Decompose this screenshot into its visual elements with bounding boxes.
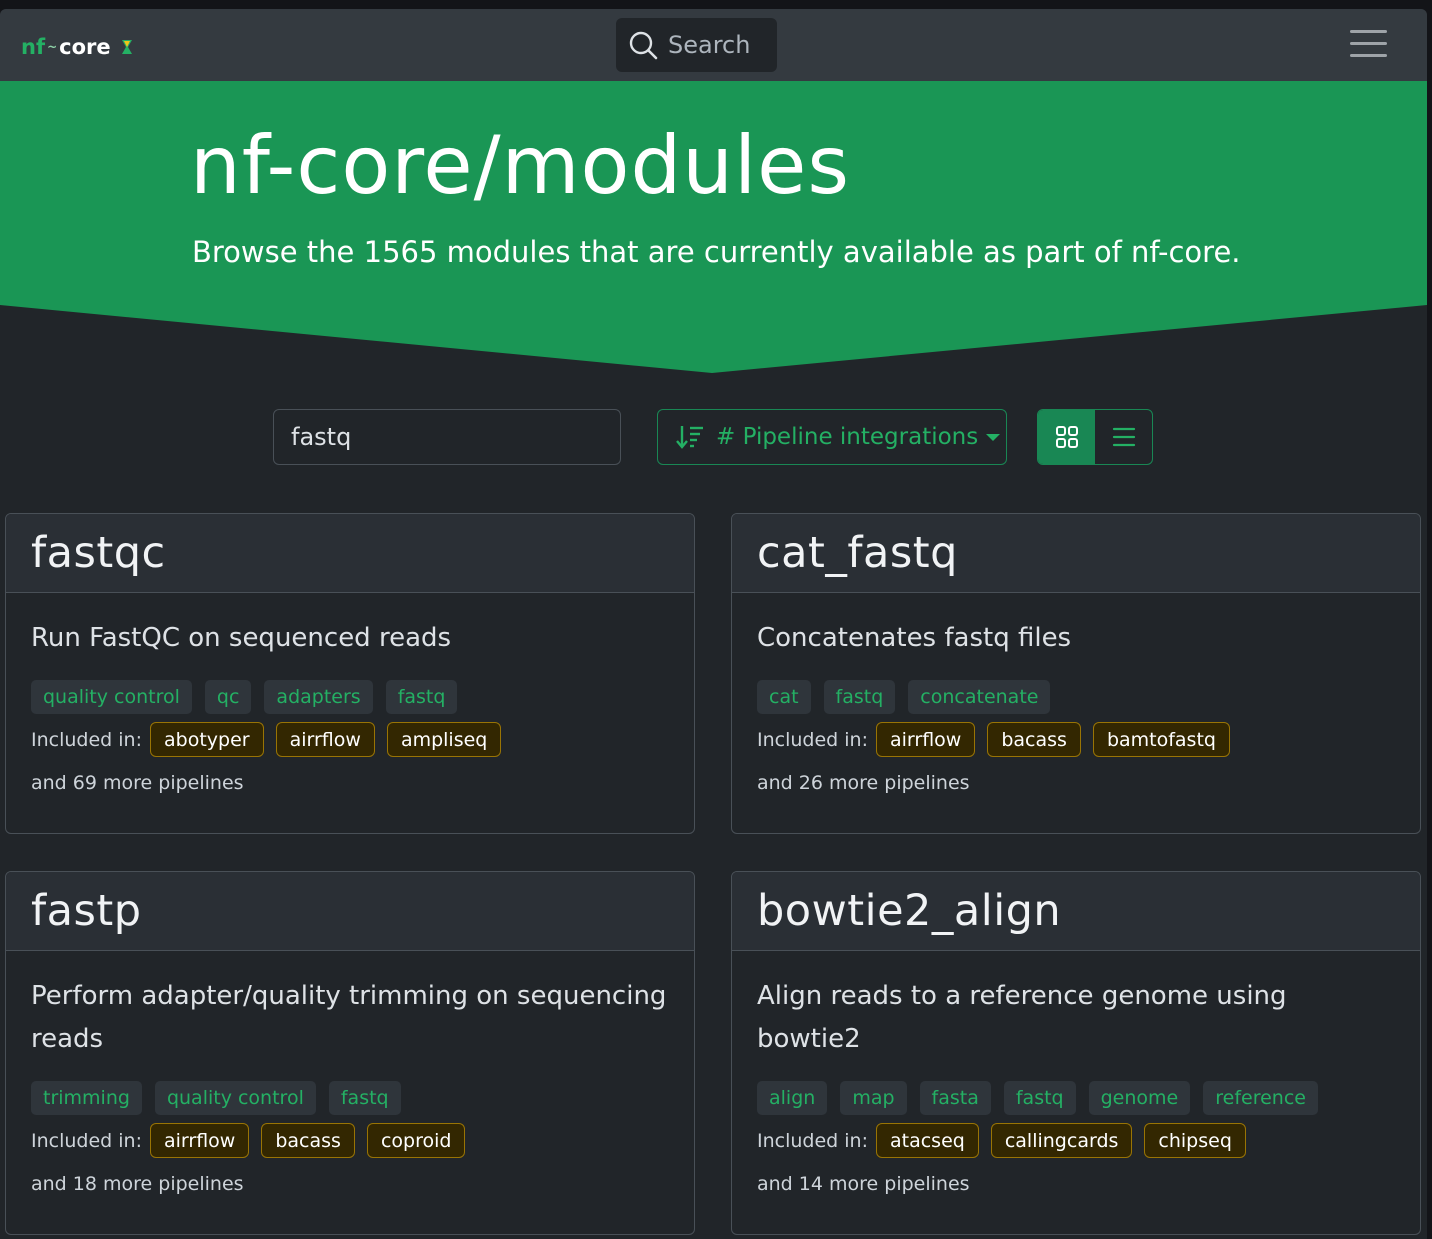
card-header: cat_fastq	[732, 514, 1420, 593]
module-description: Perform adapter/quality trimming on sequ…	[31, 981, 667, 1054]
module-card-cat-fastq[interactable]: cat_fastq Concatenates fastq files cat f…	[731, 513, 1421, 834]
keyword-tag[interactable]: qc	[204, 680, 252, 714]
included-pipelines: Included in: airrflow bacass bamtofastq	[757, 722, 1395, 757]
browser-viewport: nf ~ core Search nf-core/modules Browse …	[0, 9, 1427, 1239]
module-card-bowtie2-align[interactable]: bowtie2_align Align reads to a reference…	[731, 871, 1421, 1235]
module-card-fastqc[interactable]: fastqc Run FastQC on sequenced reads qua…	[5, 513, 695, 834]
apple-icon	[121, 40, 132, 54]
module-description: Concatenates fastq files	[757, 623, 1072, 653]
more-pipelines: and 14 more pipelines	[757, 1173, 970, 1195]
keyword-tags: trimming quality control fastq	[31, 1081, 669, 1115]
keyword-tag[interactable]: reference	[1203, 1081, 1318, 1115]
keyword-tag[interactable]: fastq	[385, 680, 458, 714]
list-icon	[1112, 427, 1135, 447]
pipeline-badge[interactable]: chipseq	[1144, 1123, 1246, 1158]
more-pipelines: and 18 more pipelines	[31, 1173, 244, 1195]
keyword-tags: quality control qc adapters fastq	[31, 680, 669, 714]
module-description: Align reads to a reference genome using …	[757, 981, 1287, 1054]
pipeline-badge[interactable]: bacass	[261, 1123, 355, 1158]
pipeline-badge[interactable]: airrflow	[275, 722, 375, 757]
card-header: bowtie2_align	[732, 872, 1420, 951]
keyword-tag[interactable]: quality control	[154, 1081, 316, 1115]
included-label: Included in:	[31, 1129, 142, 1152]
grid-view-button[interactable]	[1038, 410, 1095, 464]
pipeline-badge[interactable]: abotyper	[150, 722, 264, 757]
hamburger-menu-icon[interactable]	[1350, 30, 1387, 60]
nf-core-logo[interactable]: nf ~ core	[21, 35, 135, 59]
card-header: fastqc	[6, 514, 694, 593]
pipeline-badge[interactable]: ampliseq	[386, 722, 502, 757]
keyword-tag[interactable]: genome	[1088, 1081, 1191, 1115]
logo-dash: ~	[47, 40, 58, 54]
included-label: Included in:	[31, 728, 142, 751]
included-label: Included in:	[757, 1129, 868, 1152]
module-name[interactable]: cat_fastq	[757, 528, 958, 578]
included-label: Included in:	[757, 728, 868, 751]
sort-descending-icon	[676, 426, 703, 449]
view-toggle	[1037, 409, 1153, 465]
filter-input[interactable]	[273, 409, 621, 465]
card-header: fastp	[6, 872, 694, 951]
list-view-button[interactable]	[1095, 410, 1152, 464]
sort-dropdown[interactable]: # Pipeline integrations	[657, 409, 1007, 465]
pipeline-badge[interactable]: bamtofastq	[1092, 722, 1230, 757]
more-pipelines: and 26 more pipelines	[757, 772, 970, 794]
navbar: nf ~ core Search	[0, 9, 1427, 81]
module-description: Run FastQC on sequenced reads	[31, 623, 452, 653]
included-pipelines: Included in: airrflow bacass coproid	[31, 1123, 669, 1158]
pipeline-badge[interactable]: coproid	[366, 1123, 466, 1158]
included-pipelines: Included in: atacseq callingcards chipse…	[757, 1123, 1395, 1158]
module-card-fastp[interactable]: fastp Perform adapter/quality trimming o…	[5, 871, 695, 1235]
keyword-tag[interactable]: adapters	[264, 680, 373, 714]
keyword-tag[interactable]: fastq	[823, 680, 896, 714]
pipeline-badge[interactable]: atacseq	[876, 1123, 979, 1158]
included-pipelines: Included in: abotyper airrflow ampliseq	[31, 722, 669, 757]
search-label: Search	[668, 31, 751, 59]
keyword-tag[interactable]: cat	[757, 680, 811, 714]
pipeline-badge[interactable]: bacass	[987, 722, 1081, 757]
pipeline-badge[interactable]: airrflow	[876, 722, 976, 757]
keyword-tags: align map fasta fastq genome reference	[757, 1081, 1395, 1115]
sort-label: # Pipeline integrations	[716, 424, 979, 450]
logo-prefix: nf	[21, 35, 46, 59]
keyword-tag[interactable]: map	[840, 1081, 907, 1115]
keyword-tag[interactable]: fastq	[1003, 1081, 1076, 1115]
logo-suffix: core	[59, 35, 111, 59]
keyword-tag[interactable]: align	[757, 1081, 828, 1115]
caret-down-icon	[986, 433, 1001, 441]
pipeline-badge[interactable]: airrflow	[150, 1123, 250, 1158]
more-pipelines: and 69 more pipelines	[31, 772, 244, 794]
module-name[interactable]: fastqc	[31, 528, 166, 578]
keyword-tag[interactable]: trimming	[31, 1081, 142, 1115]
grid-icon	[1055, 426, 1078, 448]
page-title: nf-core/modules	[190, 119, 851, 212]
search-button[interactable]: Search	[616, 18, 777, 72]
module-name[interactable]: fastp	[31, 886, 142, 936]
page-subtitle: Browse the 1565 modules that are current…	[192, 235, 1241, 269]
pipeline-badge[interactable]: callingcards	[990, 1123, 1133, 1158]
keyword-tag[interactable]: fasta	[919, 1081, 991, 1115]
hero-banner: nf-core/modules Browse the 1565 modules …	[0, 81, 1427, 373]
keyword-tags: cat fastq concatenate	[757, 680, 1395, 714]
keyword-tag[interactable]: fastq	[328, 1081, 401, 1115]
keyword-tag[interactable]: concatenate	[908, 680, 1051, 714]
module-name[interactable]: bowtie2_align	[757, 886, 1061, 936]
keyword-tag[interactable]: quality control	[31, 680, 192, 714]
search-icon	[629, 31, 658, 60]
